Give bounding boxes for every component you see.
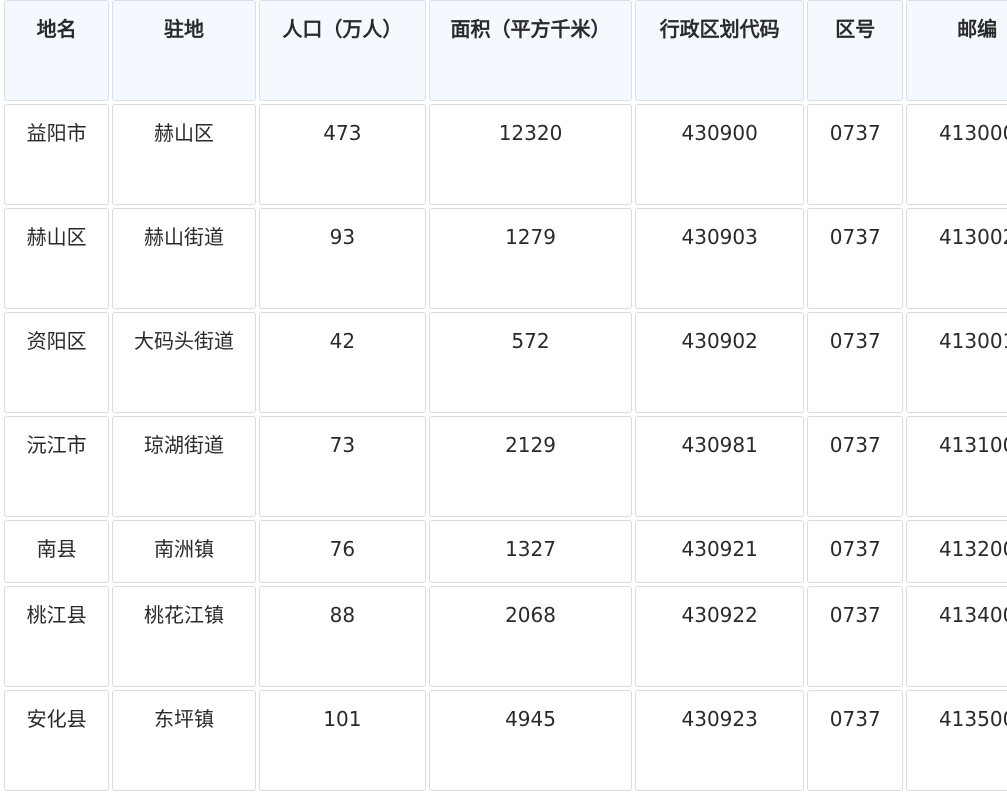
cell-population: 88	[258, 586, 426, 687]
cell-division-code: 430900	[635, 104, 805, 205]
cell-seat: 桃花江镇	[112, 586, 256, 687]
cell-area: 12320	[428, 104, 633, 205]
cell-area: 2068	[428, 586, 633, 687]
header-seat: 驻地	[112, 0, 256, 101]
cell-place-name: 资阳区	[4, 312, 110, 413]
cell-postal-code: 413500	[906, 690, 1007, 791]
header-division-code: 行政区划代码	[635, 0, 805, 101]
cell-area-code: 0737	[807, 208, 904, 309]
cell-seat: 赫山街道	[112, 208, 256, 309]
table-row: 安化县 东坪镇 101 4945 430923 0737 413500	[4, 690, 1007, 791]
cell-postal-code: 413200	[906, 520, 1007, 583]
cell-place-name: 沅江市	[4, 416, 110, 517]
table-row: 益阳市 赫山区 473 12320 430900 0737 413000	[4, 104, 1007, 205]
cell-place-name: 安化县	[4, 690, 110, 791]
header-area: 面积（平方千米）	[428, 0, 633, 101]
cell-area-code: 0737	[807, 520, 904, 583]
header-place-name: 地名	[4, 0, 110, 101]
cell-area: 2129	[428, 416, 633, 517]
cell-population: 42	[258, 312, 426, 413]
header-postal-code: 邮编	[906, 0, 1007, 101]
cell-population: 101	[258, 690, 426, 791]
cell-area-code: 0737	[807, 104, 904, 205]
cell-seat: 赫山区	[112, 104, 256, 205]
cell-division-code: 430981	[635, 416, 805, 517]
cell-seat: 东坪镇	[112, 690, 256, 791]
cell-area: 572	[428, 312, 633, 413]
cell-population: 93	[258, 208, 426, 309]
cell-area-code: 0737	[807, 586, 904, 687]
region-table: 地名 驻地 人口（万人） 面积（平方千米） 行政区划代码 区号 邮编 益阳市 赫…	[1, 0, 1007, 793]
cell-division-code: 430903	[635, 208, 805, 309]
cell-division-code: 430921	[635, 520, 805, 583]
cell-division-code: 430923	[635, 690, 805, 791]
cell-postal-code: 413400	[906, 586, 1007, 687]
table-row: 南县 南洲镇 76 1327 430921 0737 413200	[4, 520, 1007, 583]
table-row: 桃江县 桃花江镇 88 2068 430922 0737 413400	[4, 586, 1007, 687]
cell-postal-code: 413001	[906, 312, 1007, 413]
cell-area-code: 0737	[807, 416, 904, 517]
cell-seat: 大码头街道	[112, 312, 256, 413]
cell-postal-code: 413000	[906, 104, 1007, 205]
cell-place-name: 桃江县	[4, 586, 110, 687]
header-area-code: 区号	[807, 0, 904, 101]
cell-place-name: 赫山区	[4, 208, 110, 309]
cell-area-code: 0737	[807, 690, 904, 791]
cell-postal-code: 413002	[906, 208, 1007, 309]
header-population: 人口（万人）	[258, 0, 426, 101]
cell-area: 1279	[428, 208, 633, 309]
cell-postal-code: 413100	[906, 416, 1007, 517]
cell-population: 473	[258, 104, 426, 205]
table-row: 赫山区 赫山街道 93 1279 430903 0737 413002	[4, 208, 1007, 309]
cell-division-code: 430902	[635, 312, 805, 413]
table-header-row: 地名 驻地 人口（万人） 面积（平方千米） 行政区划代码 区号 邮编	[4, 0, 1007, 101]
cell-population: 76	[258, 520, 426, 583]
cell-area-code: 0737	[807, 312, 904, 413]
cell-population: 73	[258, 416, 426, 517]
cell-place-name: 南县	[4, 520, 110, 583]
table-row: 资阳区 大码头街道 42 572 430902 0737 413001	[4, 312, 1007, 413]
cell-division-code: 430922	[635, 586, 805, 687]
data-table-container: 地名 驻地 人口（万人） 面积（平方千米） 行政区划代码 区号 邮编 益阳市 赫…	[0, 0, 1007, 793]
cell-seat: 琼湖街道	[112, 416, 256, 517]
table-row: 沅江市 琼湖街道 73 2129 430981 0737 413100	[4, 416, 1007, 517]
cell-place-name: 益阳市	[4, 104, 110, 205]
cell-area: 1327	[428, 520, 633, 583]
cell-area: 4945	[428, 690, 633, 791]
cell-seat: 南洲镇	[112, 520, 256, 583]
